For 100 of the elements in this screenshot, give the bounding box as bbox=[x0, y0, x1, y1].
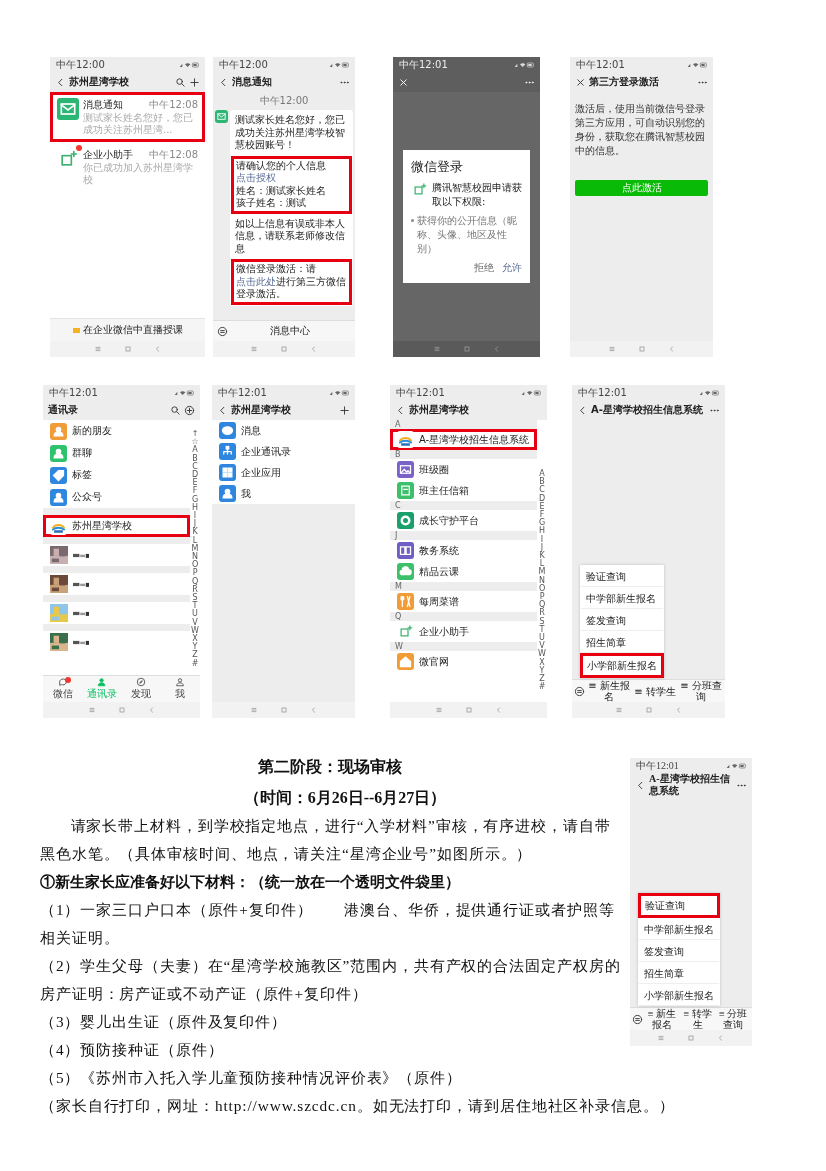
keyboard-switch-icon[interactable] bbox=[632, 1013, 643, 1025]
index-letter[interactable]: L bbox=[539, 560, 545, 569]
index-letter[interactable]: W bbox=[538, 650, 546, 659]
home-icon[interactable] bbox=[279, 706, 288, 714]
close-icon[interactable] bbox=[575, 76, 586, 88]
link[interactable]: 点击此处 bbox=[236, 275, 276, 287]
popup-menu-item[interactable]: 中学部新生报名 bbox=[638, 918, 720, 940]
menu-icon[interactable] bbox=[614, 706, 623, 714]
popup-menu-item[interactable]: 小学部新生报名 bbox=[580, 653, 664, 678]
index-letter[interactable]: Z bbox=[539, 675, 545, 684]
app-item[interactable]: A-星湾学校招生信息系统 bbox=[390, 429, 537, 450]
menu-tab[interactable]: ≡ 新生报名 bbox=[587, 680, 631, 702]
index-letter[interactable]: V bbox=[539, 642, 545, 651]
search-icon[interactable] bbox=[175, 76, 186, 88]
popup-menu-item[interactable]: 签发查询 bbox=[580, 609, 664, 631]
home-icon[interactable] bbox=[123, 345, 132, 353]
add-circle-icon[interactable] bbox=[184, 404, 195, 416]
index-letter[interactable]: I bbox=[540, 535, 544, 544]
index-letter[interactable]: V bbox=[192, 618, 198, 627]
menu-item[interactable]: 企业通讯录 bbox=[212, 441, 355, 462]
add-icon[interactable] bbox=[189, 76, 200, 88]
menu-tab[interactable]: ≡ 分班查询 bbox=[679, 680, 723, 702]
menu-tab[interactable]: ≡ 转学生 bbox=[680, 1008, 715, 1030]
popup-menu-item[interactable]: 小学部新生报名 bbox=[638, 984, 720, 1006]
menu-icon[interactable] bbox=[87, 706, 96, 714]
popup-menu-item[interactable]: 验证查询 bbox=[638, 893, 720, 918]
menu-icon[interactable] bbox=[434, 706, 443, 714]
index-letter[interactable]: Z bbox=[192, 651, 198, 660]
add-icon[interactable] bbox=[339, 404, 350, 416]
popup-menu-item[interactable]: 招生简章 bbox=[580, 631, 664, 653]
index-letter[interactable]: K bbox=[192, 528, 198, 537]
dialog-button[interactable]: 允许 bbox=[502, 261, 522, 275]
chat-item[interactable]: 消息通知 中午12:08 测试家长姓名您好，您已成功关注苏州星湾... bbox=[50, 92, 205, 142]
index-letter[interactable]: M bbox=[538, 568, 546, 577]
index-letter[interactable]: L bbox=[192, 536, 198, 545]
index-letter[interactable]: ↑ bbox=[191, 430, 199, 439]
search-icon[interactable] bbox=[170, 404, 181, 416]
index-letter[interactable]: H bbox=[539, 527, 546, 536]
index-letter[interactable]: B bbox=[192, 454, 198, 463]
index-letter[interactable]: U bbox=[192, 610, 198, 619]
menu-tab[interactable]: ≡ 新生报名 bbox=[645, 1008, 679, 1030]
index-letter[interactable]: # bbox=[191, 659, 199, 668]
menu-tab[interactable]: ≡ 转学生 bbox=[633, 685, 677, 697]
index-letter[interactable]: J bbox=[540, 543, 544, 553]
index-letter[interactable]: E bbox=[539, 502, 545, 511]
menu-item[interactable]: 消息 bbox=[212, 420, 355, 441]
home-icon[interactable] bbox=[464, 706, 473, 714]
index-letter[interactable]: F bbox=[192, 487, 198, 496]
index-letter[interactable]: C bbox=[539, 486, 545, 495]
index-letter[interactable]: Q bbox=[538, 601, 546, 610]
menu-tab[interactable]: ≡ 分班查询 bbox=[716, 1008, 750, 1030]
menu-item[interactable]: 我 bbox=[212, 483, 355, 504]
menu-icon[interactable] bbox=[432, 345, 441, 353]
index-letter[interactable]: N bbox=[192, 553, 199, 562]
close-icon[interactable] bbox=[398, 76, 409, 88]
menu-icon[interactable] bbox=[93, 345, 102, 353]
dialog-button[interactable]: 拒绝 bbox=[474, 261, 494, 275]
index-letter[interactable]: A bbox=[192, 446, 198, 455]
index-letter[interactable]: R bbox=[539, 609, 545, 618]
menu-icon[interactable] bbox=[250, 345, 258, 353]
index-letter[interactable]: N bbox=[539, 576, 546, 585]
index-letter[interactable]: I bbox=[193, 512, 197, 521]
home-icon[interactable] bbox=[637, 345, 646, 353]
tab[interactable]: 微信 bbox=[43, 676, 83, 702]
index-letter[interactable]: X bbox=[539, 658, 545, 667]
popup-menu-item[interactable]: 中学部新生报名 bbox=[580, 587, 664, 609]
keyboard-switch-icon[interactable] bbox=[574, 685, 585, 697]
index-letter[interactable]: O bbox=[191, 561, 199, 570]
index-letter[interactable]: P bbox=[192, 569, 198, 578]
index-letter[interactable]: # bbox=[538, 683, 546, 692]
popup-menu-item[interactable]: 签发查询 bbox=[638, 940, 720, 962]
index-letter[interactable]: Q bbox=[191, 577, 199, 586]
index-letter[interactable]: T bbox=[192, 602, 198, 611]
menu-icon[interactable] bbox=[249, 706, 258, 714]
index-letter[interactable]: B bbox=[539, 478, 545, 487]
index-letter[interactable]: ☆ bbox=[191, 438, 199, 447]
index-letter[interactable]: U bbox=[539, 634, 545, 643]
index-letter[interactable]: S bbox=[192, 594, 198, 603]
menu-icon[interactable] bbox=[607, 345, 616, 353]
home-icon[interactable] bbox=[280, 345, 288, 353]
index-letter[interactable]: D bbox=[191, 471, 199, 480]
menu-icon[interactable] bbox=[657, 1034, 665, 1042]
home-icon[interactable] bbox=[117, 706, 126, 714]
popup-menu-item[interactable]: 招生简章 bbox=[638, 962, 720, 984]
home-icon[interactable] bbox=[687, 1034, 695, 1042]
link[interactable]: 点击授权 bbox=[236, 172, 276, 183]
index-letter[interactable]: E bbox=[192, 479, 198, 488]
index-letter[interactable]: G bbox=[191, 495, 199, 504]
menu-item[interactable]: 企业应用 bbox=[212, 462, 355, 483]
live-class-banner[interactable]: 在企业微信中直播授课 bbox=[50, 318, 205, 341]
home-icon[interactable] bbox=[644, 706, 653, 714]
contact-item[interactable]: 苏州星湾学校 bbox=[43, 515, 190, 537]
index-letter[interactable]: Y bbox=[192, 643, 198, 652]
index-letter[interactable]: S bbox=[539, 617, 545, 626]
index-letter[interactable]: K bbox=[539, 552, 545, 561]
popup-menu-item[interactable]: 验证查询 bbox=[580, 565, 664, 587]
index-letter[interactable]: J bbox=[193, 520, 197, 529]
menu-switch-icon[interactable] bbox=[217, 325, 228, 337]
tab[interactable]: 我 bbox=[160, 676, 200, 702]
index-letter[interactable]: P bbox=[539, 593, 545, 602]
